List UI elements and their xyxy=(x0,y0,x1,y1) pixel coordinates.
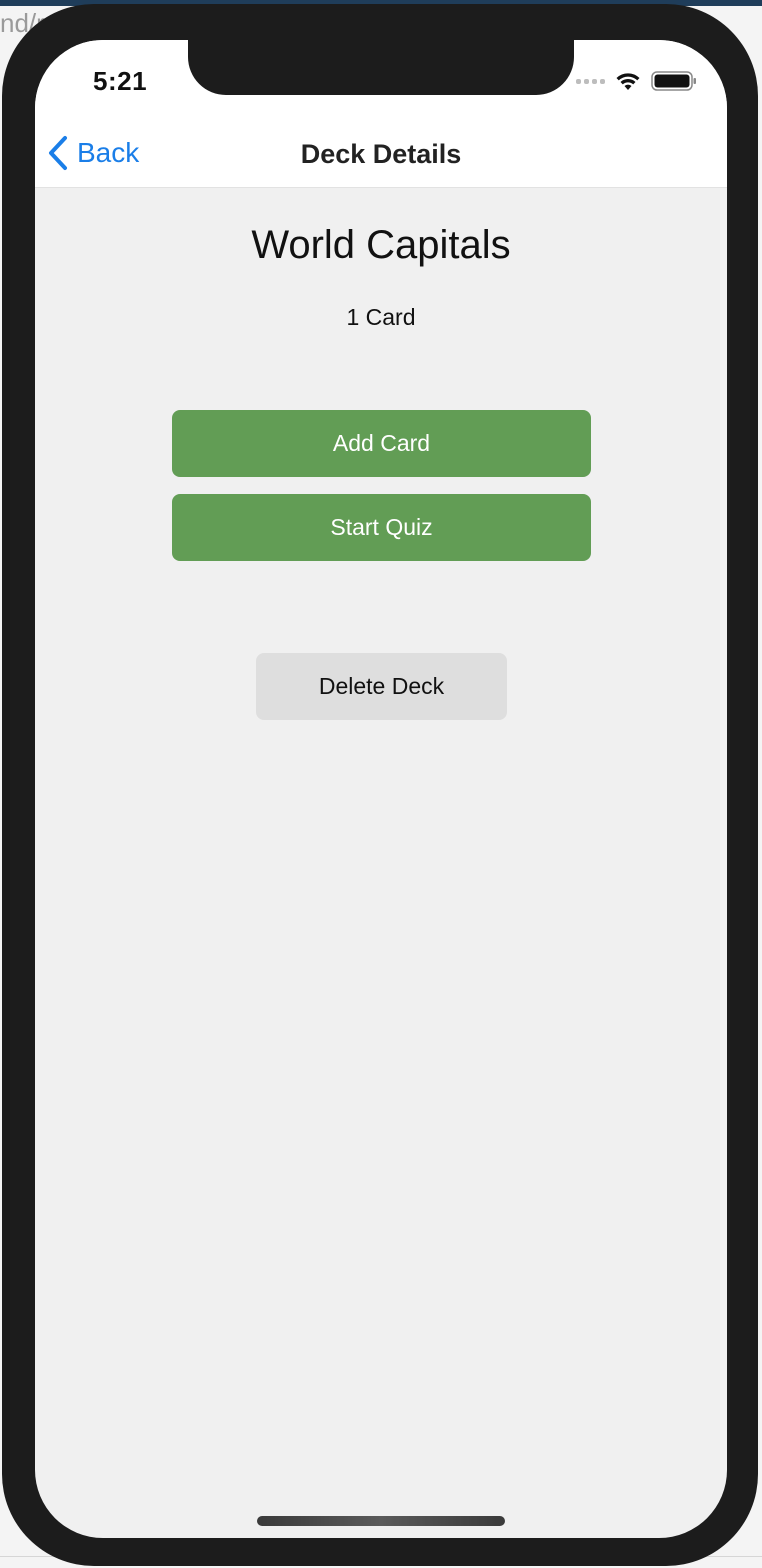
battery-icon xyxy=(651,71,696,91)
add-card-button[interactable]: Add Card xyxy=(172,410,591,477)
wifi-icon xyxy=(616,73,640,90)
page-title: Deck Details xyxy=(300,139,462,169)
device-notch xyxy=(188,40,574,95)
start-quiz-button[interactable]: Start Quiz xyxy=(172,494,591,561)
desktop-background: nd/r 5:21 Back Deck Details World Capita… xyxy=(0,0,762,1568)
deck-title: World Capitals xyxy=(251,223,511,267)
signal-icon xyxy=(576,78,605,84)
phone-simulator: 5:21 Back Deck Details World Capitals 1 … xyxy=(2,4,758,1566)
delete-deck-button[interactable]: Delete Deck xyxy=(256,653,507,720)
card-count: 1 Card xyxy=(346,304,416,330)
phone-screen: 5:21 Back Deck Details World Capitals 1 … xyxy=(35,40,727,1538)
status-icons xyxy=(576,70,697,92)
navigation-bar: Back Deck Details xyxy=(35,130,727,188)
home-indicator[interactable] xyxy=(257,1516,505,1526)
status-time: 5:21 xyxy=(93,66,148,96)
